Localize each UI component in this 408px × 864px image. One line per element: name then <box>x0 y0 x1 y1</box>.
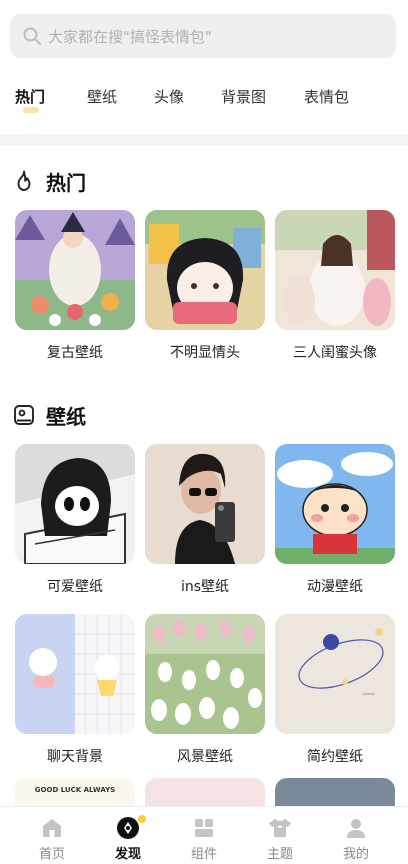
card-anime-wallpaper[interactable]: 动漫壁纸 <box>275 444 395 596</box>
thumb-ins-wallpaper <box>145 444 265 564</box>
card-label: 复古壁纸 <box>47 345 103 361</box>
top-header: 大家都在搜"搞怪表情包" 热门 壁纸 头像 背景图 表情包 <box>0 0 408 134</box>
thumb-partial-3 <box>275 778 395 806</box>
thumb-partial-1: GOOD LUCK ALWAYS <box>15 778 135 806</box>
tab-hot-label: 热门 <box>15 88 46 106</box>
tab-background-label: 背景图 <box>221 88 267 106</box>
card-minimal-wallpaper[interactable]: 简约壁纸 <box>275 614 395 766</box>
card-partial-3[interactable] <box>275 778 395 806</box>
card-ins-wallpaper[interactable]: ins壁纸 <box>145 444 265 596</box>
thumb-subtle-couple-avatar <box>145 210 265 330</box>
notification-dot <box>138 815 146 823</box>
section-title-hot: 热门 <box>46 170 86 195</box>
tab-wallpaper[interactable]: 壁纸 <box>87 86 117 107</box>
card-scenery-wallpaper[interactable]: 风景壁纸 <box>145 614 265 766</box>
widgets-icon <box>195 819 213 837</box>
tab-hot[interactable]: 热门 <box>15 86 46 113</box>
tab-stickers[interactable]: 表情包 <box>304 86 349 107</box>
category-tabs: 热门 壁纸 头像 背景图 表情包 <box>0 86 408 118</box>
card-subtle-couple-avatar[interactable]: 不明显情头 <box>145 210 265 362</box>
card-partial-1[interactable]: GOOD LUCK ALWAYS <box>15 778 135 806</box>
card-label: 可爱壁纸 <box>47 579 103 595</box>
nav-home-label: 首页 <box>38 847 65 862</box>
bottom-navigation: 首页 发现 组件 主题 我的 <box>0 806 408 864</box>
thumb-chat-background <box>15 614 135 734</box>
card-cute-wallpaper[interactable]: 可爱壁纸 <box>15 444 135 596</box>
nav-theme-label: 主题 <box>266 847 293 862</box>
search-placeholder: 大家都在搜"搞怪表情包" <box>48 27 212 46</box>
fire-icon <box>17 170 31 191</box>
thumb-anime-wallpaper <box>275 444 395 564</box>
nav-discover[interactable]: 发现 <box>98 815 158 862</box>
tab-background[interactable]: 背景图 <box>221 86 266 107</box>
partial-card-text: GOOD LUCK ALWAYS <box>34 786 116 794</box>
tab-avatar[interactable]: 头像 <box>154 86 184 107</box>
search-icon <box>23 27 41 45</box>
section-header-hot: 热门 <box>12 166 86 196</box>
discover-content: 热门 复古壁纸 不明显情头 三人闺蜜头像 壁纸 可爱壁纸 ins壁纸 动漫壁纸 … <box>0 146 408 806</box>
nav-profile[interactable]: 我的 <box>326 815 386 862</box>
tab-avatar-label: 头像 <box>154 88 185 106</box>
nav-widgets[interactable]: 组件 <box>174 815 234 862</box>
card-partial-2[interactable] <box>145 778 265 806</box>
nav-home[interactable]: 首页 <box>22 815 82 862</box>
card-label: ins壁纸 <box>180 579 230 595</box>
card-label: 风景壁纸 <box>177 749 233 765</box>
theme-shirt-icon <box>269 819 291 837</box>
nav-widgets-label: 组件 <box>190 847 217 862</box>
wallpaper-icon <box>14 405 34 425</box>
thumb-minimal-wallpaper <box>275 614 395 734</box>
profile-icon <box>347 819 365 838</box>
card-trio-bestie-avatar[interactable]: 三人闺蜜头像 <box>275 210 395 362</box>
thumb-retro-wallpaper <box>15 210 135 330</box>
search-bar[interactable]: 大家都在搜"搞怪表情包" <box>10 14 396 58</box>
thumb-partial-2 <box>145 778 265 806</box>
thumb-cute-wallpaper <box>15 444 135 564</box>
card-label: 简约壁纸 <box>307 749 363 765</box>
thumb-trio-bestie-avatar <box>275 210 395 330</box>
tab-wallpaper-label: 壁纸 <box>87 88 118 106</box>
card-label: 动漫壁纸 <box>307 579 363 595</box>
nav-discover-label: 发现 <box>114 847 141 862</box>
nav-profile-label: 我的 <box>342 847 369 862</box>
tab-stickers-label: 表情包 <box>304 88 350 106</box>
tab-active-indicator <box>23 107 39 113</box>
card-chat-background[interactable]: 聊天背景 <box>15 614 135 766</box>
home-icon <box>43 819 61 837</box>
card-label: 不明显情头 <box>170 345 240 361</box>
card-label: 聊天背景 <box>47 749 103 765</box>
thumb-scenery-wallpaper <box>145 614 265 734</box>
card-label: 三人闺蜜头像 <box>293 345 377 361</box>
card-retro-wallpaper[interactable]: 复古壁纸 <box>15 210 135 362</box>
nav-theme[interactable]: 主题 <box>250 815 310 862</box>
section-header-wallpaper: 壁纸 <box>12 400 86 430</box>
section-title-wallpaper: 壁纸 <box>46 404 86 429</box>
